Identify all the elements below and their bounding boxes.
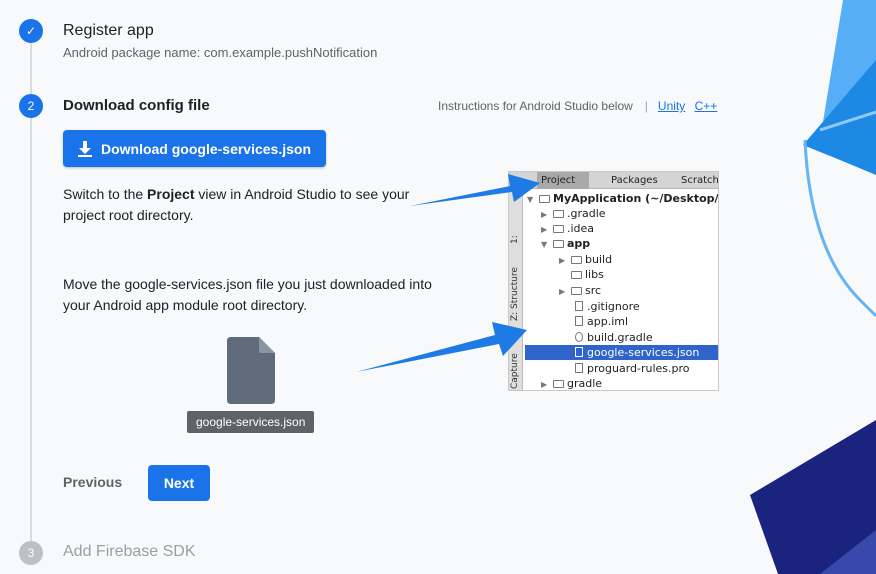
android-studio-tab-bar: Project Packages Scratche <box>509 172 719 189</box>
tree-item: ▶ src <box>559 284 602 297</box>
download-config-button[interactable]: Download google-services.json <box>63 130 326 167</box>
download-icon <box>77 140 92 157</box>
side-label: 1: <box>510 235 520 244</box>
step-connector-line <box>30 118 32 541</box>
step-connector-line <box>30 43 32 94</box>
tree-item: ▶ .idea <box>541 222 595 235</box>
download-button-label: Download google-services.json <box>100 140 312 157</box>
instructions-bar: Instructions for Android Studio below | Un… <box>438 99 717 113</box>
move-instructions: Move the google-services.json file you j… <box>63 276 432 313</box>
step-2-title: Download config file <box>63 97 210 114</box>
step-1-title: Register app <box>63 22 154 39</box>
tree-item: .gitignore <box>575 299 640 314</box>
side-label: Z: Structure <box>510 267 520 321</box>
tree-item: ▶ .gradle <box>541 207 606 220</box>
tree-item: ▶ build <box>559 253 613 266</box>
instructions-label: Instructions for Android Studio below <box>438 99 633 113</box>
tree-item: ▼ MyApplication (~/Desktop/My <box>527 192 719 205</box>
step-1-subtitle: Android package name: com.example.pushNo… <box>63 45 378 60</box>
next-button[interactable]: Next <box>148 465 210 501</box>
file-icon <box>227 337 275 404</box>
side-label: Capture <box>510 353 520 389</box>
file-name-label: google-services.json <box>187 411 315 433</box>
android-studio-screenshot: Project Packages Scratche 1: Z: Structur… <box>508 171 719 391</box>
tree-item: build.gradle <box>575 330 653 345</box>
tree-item-selected: google-services.json <box>525 345 718 360</box>
unity-link[interactable]: Unity <box>658 99 685 113</box>
scratches-tab: Scratche <box>681 175 719 186</box>
project-tab: Project <box>537 172 589 189</box>
tree-item: proguard-rules.pro <box>575 361 690 376</box>
separator: | <box>644 99 648 113</box>
android-studio-side-panel: 1: Z: Structure Capture <box>509 189 523 390</box>
step-1-check-icon: ✓ <box>19 19 43 43</box>
step-3-title: Add Firebase SDK <box>63 543 196 560</box>
step-3-number: 3 <box>19 541 43 565</box>
cpp-link[interactable]: C++ <box>695 99 718 113</box>
tree-item: ▼ app <box>541 237 591 250</box>
tree-item: app.iml <box>575 314 628 329</box>
arrow-to-google-services <box>356 322 527 372</box>
previous-button[interactable]: Previous <box>63 474 122 490</box>
packages-tab: Packages <box>611 175 658 186</box>
switch-instructions: Switch to the Project view in Android St… <box>63 186 410 223</box>
step-2-number: 2 <box>19 94 43 118</box>
tree-item: ▶ gradle <box>541 377 603 390</box>
tree-item: libs <box>571 267 604 282</box>
